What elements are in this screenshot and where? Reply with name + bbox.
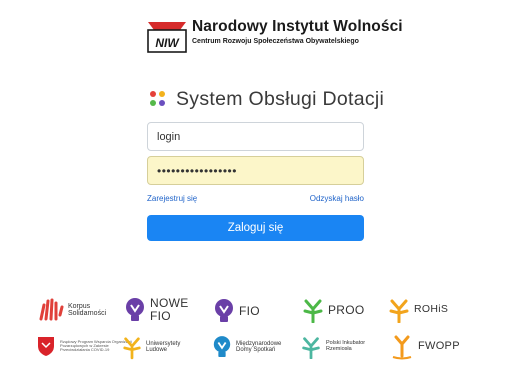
partner-label: FIO: [239, 303, 260, 318]
org-title: Narodowy Instytut Wolności: [192, 18, 403, 35]
niw-logo-icon: NIW: [147, 22, 187, 53]
partner-label: ROHiS: [414, 303, 449, 316]
partner-label: Solidarności: [68, 310, 107, 317]
bulb-icon: [126, 298, 144, 321]
password-input[interactable]: •••••••••••••••••: [147, 156, 364, 185]
sprout-icon: [303, 299, 323, 323]
sprout-icon: [123, 337, 141, 360]
bulb-icon: [213, 336, 231, 357]
login-input[interactable]: login: [147, 122, 364, 151]
partner-fwopp: FWOPP: [390, 334, 460, 360]
form-links: Zarejestruj się Odzyskaj hasło: [147, 194, 364, 206]
system-title-text: System Obsługi Dotacji: [176, 87, 385, 110]
partner-korpus-solidarnosci: Korpus Solidarności: [38, 297, 106, 323]
login-button[interactable]: Zaloguj się: [147, 215, 364, 241]
partner-miedzynarodowe-domy-spotkan: Międzynarodowe Domy Spotkań: [212, 335, 281, 359]
partner-label: Korpus: [68, 302, 91, 310]
partner-fio: FIO: [213, 298, 260, 324]
partner-rohis: ROHiS: [388, 297, 448, 323]
partner-label: Rzemiosła: [326, 346, 352, 352]
partner-covid-program: Rządowy Program Wsparcia Organizacji Poz…: [36, 335, 132, 357]
partner-label: PROO: [328, 302, 365, 317]
partner-label: Domy Spotkań: [236, 347, 276, 353]
niw-logo: NIW Narodowy Instytut Wolności Centrum R…: [146, 16, 403, 56]
register-link[interactable]: Zarejestruj się: [147, 194, 197, 203]
partner-uniwersytety-ludowe: Uniwersytety Ludowe: [122, 334, 180, 360]
bulb-icon: [215, 299, 233, 322]
partner-label: FIO: [150, 309, 171, 323]
org-subtitle: Centrum Rozwoju Społeczeństwa Obywatelsk…: [192, 38, 359, 45]
sprout-icon: [302, 337, 320, 359]
sprout-icon: [389, 299, 409, 323]
login-value: login: [157, 130, 181, 143]
system-title: System Obsługi Dotacji: [150, 87, 384, 111]
password-value: •••••••••••••••••: [157, 163, 237, 178]
recover-password-link[interactable]: Odzyskaj hasło: [310, 194, 364, 203]
partner-label: FWOPP: [418, 340, 460, 353]
logo-mark-text: NIW: [155, 36, 180, 50]
sprout-icon: [392, 335, 412, 360]
shield-icon: [38, 337, 54, 356]
partner-proo: PROO: [302, 297, 365, 323]
partner-label: Ludowe: [146, 347, 168, 353]
partner-nowe-fio: NOWE FIO: [124, 297, 189, 323]
system-dots-icon: [150, 91, 166, 107]
korpus-hands-icon: [39, 298, 64, 321]
partner-polski-inkubator-rzemiosla: Polski Inkubator Rzemiosła: [300, 335, 365, 359]
